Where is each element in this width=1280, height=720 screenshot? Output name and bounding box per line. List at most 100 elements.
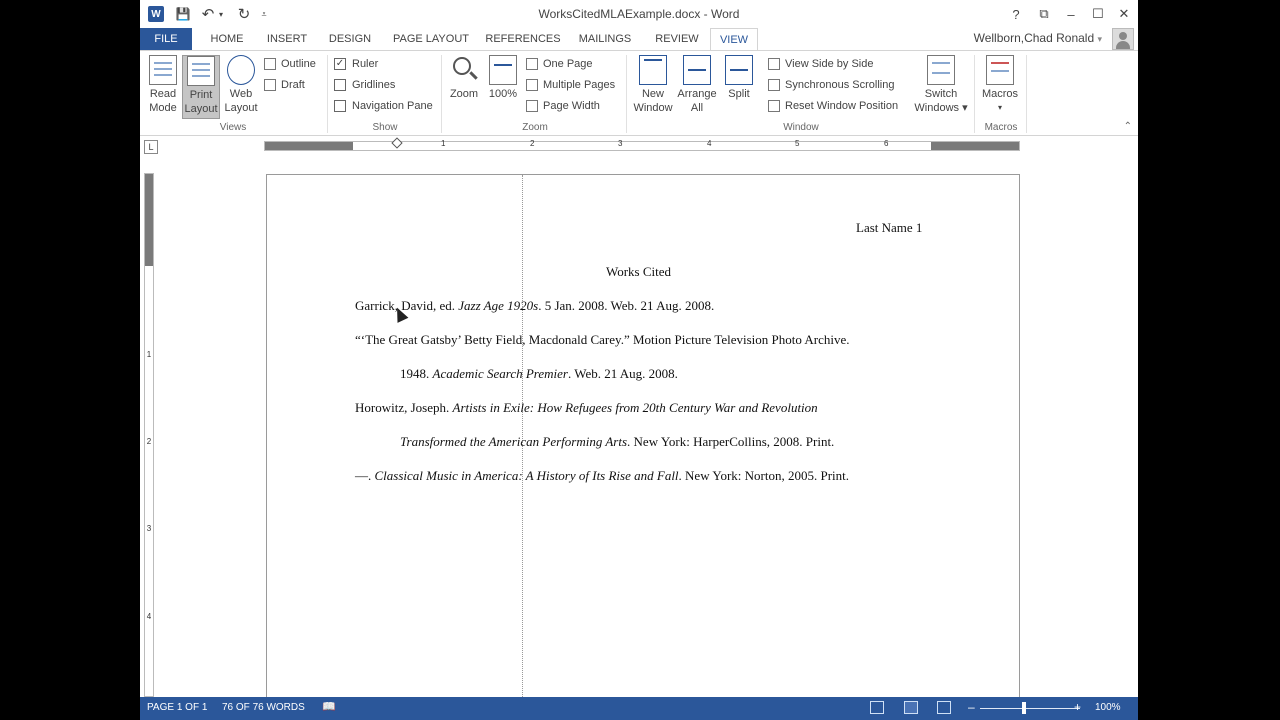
user-menu-arrow-icon: ▾ xyxy=(1097,34,1102,44)
tab-review[interactable]: REVIEW xyxy=(650,28,704,50)
ruler-check-icon: ✓ xyxy=(334,58,346,70)
ruler-right-margin xyxy=(931,142,1019,150)
document-area: 1 2 3 4 Last Name 1 Works Cited Garrick,… xyxy=(140,157,1138,720)
window-title: WorksCitedMLAExample.docx - Word xyxy=(538,7,740,21)
multiple-pages-icon xyxy=(526,79,538,91)
tab-selector[interactable]: L xyxy=(144,140,158,154)
new-window-button[interactable]: New Window xyxy=(632,55,674,119)
page-width-button[interactable]: Page Width xyxy=(526,97,600,115)
arrange-all-label-2: All xyxy=(690,102,704,114)
page-width-icon xyxy=(526,100,538,112)
views-separator xyxy=(327,55,328,133)
macros-label: Macros xyxy=(981,88,1019,100)
tab-insert[interactable]: INSERT xyxy=(262,28,312,50)
word-window: W 💾 ↶ ▾ ↻ ⩡ WorksCitedMLAExample.docx - … xyxy=(140,0,1138,720)
collapse-ribbon-icon[interactable]: ⌃ xyxy=(1124,121,1132,132)
print-layout-button[interactable]: Print Layout xyxy=(182,55,220,119)
arrange-all-button[interactable]: Arrange All xyxy=(676,55,718,119)
tab-design[interactable]: DESIGN xyxy=(324,28,376,50)
proofing-icon[interactable]: 📖 xyxy=(322,700,336,713)
zoom-slider[interactable] xyxy=(980,708,1080,709)
citation-line: “‘The Great Gatsby’ Betty Field, Macdona… xyxy=(355,332,850,347)
web-layout-button[interactable]: Web Layout xyxy=(222,55,260,119)
ruler-checkbox[interactable]: ✓ Ruler xyxy=(334,55,378,73)
vertical-ruler[interactable]: 1 2 3 4 xyxy=(144,173,154,697)
one-page-button[interactable]: One Page xyxy=(526,55,593,73)
page-count[interactable]: PAGE 1 OF 1 xyxy=(147,702,207,713)
avatar[interactable] xyxy=(1112,28,1134,50)
zoom-out-button[interactable]: – xyxy=(968,700,975,714)
tab-page-layout[interactable]: PAGE LAYOUT xyxy=(388,28,474,50)
read-mode-label-1: Read xyxy=(149,88,177,100)
split-button[interactable]: Split xyxy=(722,55,756,119)
zoom-button[interactable]: Zoom xyxy=(446,55,482,119)
view-side-by-side-button[interactable]: View Side by Side xyxy=(768,55,873,73)
web-layout-label-2: Layout xyxy=(224,102,258,114)
vruler-number: 3 xyxy=(146,524,152,533)
outline-icon xyxy=(264,58,276,70)
view-side-by-side-label: View Side by Side xyxy=(785,58,874,70)
window-group-label: Window xyxy=(783,122,819,133)
synchronous-scrolling-button[interactable]: Synchronous Scrolling xyxy=(768,76,894,94)
tab-file[interactable]: FILE xyxy=(140,28,192,50)
ribbon-tab-bar: FILE HOME INSERT DESIGN PAGE LAYOUT REFE… xyxy=(140,28,1138,51)
ruler-number: 5 xyxy=(795,139,800,148)
split-label: Split xyxy=(728,88,750,100)
arrange-all-label-1: Arrange xyxy=(677,88,717,100)
zoom-100-label: 100% xyxy=(488,88,518,100)
gridlines-check-icon xyxy=(334,79,346,91)
restore-button[interactable]: ☐ xyxy=(1086,4,1110,24)
one-page-icon xyxy=(526,58,538,70)
synchronous-scrolling-label: Synchronous Scrolling xyxy=(785,79,895,91)
outline-button[interactable]: Outline xyxy=(264,55,316,73)
macros-button[interactable]: Macros ▾ xyxy=(978,55,1022,119)
navigation-pane-checkbox[interactable]: Navigation Pane xyxy=(334,97,433,115)
zoom-in-button[interactable]: + xyxy=(1074,700,1081,714)
zoom-slider-thumb[interactable] xyxy=(1022,702,1026,714)
word-count[interactable]: 76 OF 76 WORDS xyxy=(222,702,305,713)
hanging-indent-marker[interactable] xyxy=(391,137,403,149)
zoom-100-button[interactable]: 100% xyxy=(486,55,520,119)
minimize-button[interactable]: – xyxy=(1059,4,1083,24)
reset-window-position-icon xyxy=(768,100,780,112)
user-account[interactable]: Wellborn,Chad Ronald ▾ xyxy=(974,31,1102,45)
macros-separator xyxy=(1026,55,1027,133)
tab-mailings[interactable]: MAILINGS xyxy=(572,28,638,50)
ribbon-display-options-button[interactable]: ⧉ xyxy=(1032,4,1056,24)
tab-references[interactable]: REFERENCES xyxy=(485,28,560,50)
arrange-all-icon xyxy=(683,55,711,85)
read-mode-label-2: Mode xyxy=(149,102,177,114)
read-mode-view-icon[interactable] xyxy=(870,701,884,714)
help-button[interactable]: ? xyxy=(1004,4,1028,24)
title-bar: W 💾 ↶ ▾ ↻ ⩡ WorksCitedMLAExample.docx - … xyxy=(140,0,1138,28)
ruler-number: 2 xyxy=(530,139,535,148)
close-button[interactable]: ✕ xyxy=(1112,4,1136,24)
vruler-number: 1 xyxy=(146,350,152,359)
multiple-pages-label: Multiple Pages xyxy=(543,79,616,91)
page-header: Last Name 1 xyxy=(856,220,923,235)
switch-windows-label-1: Switch xyxy=(924,88,958,100)
zoom-level[interactable]: 100% xyxy=(1095,702,1121,713)
tab-view[interactable]: VIEW xyxy=(710,28,758,51)
horizontal-ruler[interactable]: 1 2 3 4 5 6 xyxy=(264,137,1020,151)
gridlines-checkbox[interactable]: Gridlines xyxy=(334,76,395,94)
show-separator xyxy=(441,55,442,133)
vertical-ruler-margin xyxy=(145,174,153,266)
citation-line: Garrick, David, ed. Jazz Age 1920s. 5 Ja… xyxy=(355,298,715,313)
draft-label: Draft xyxy=(281,79,305,91)
new-window-label-1: New xyxy=(641,88,664,100)
read-mode-icon xyxy=(149,55,177,85)
document-page[interactable]: Last Name 1 Works Cited Garrick, David, … xyxy=(266,174,1020,720)
multiple-pages-button[interactable]: Multiple Pages xyxy=(526,76,615,94)
synchronous-scrolling-icon xyxy=(768,79,780,91)
web-layout-icon xyxy=(227,55,255,85)
print-layout-view-icon[interactable] xyxy=(904,701,918,714)
tab-home[interactable]: HOME xyxy=(204,28,250,50)
read-mode-button[interactable]: Read Mode xyxy=(146,55,180,119)
macros-icon xyxy=(986,55,1014,85)
switch-windows-button[interactable]: Switch Windows ▾ xyxy=(912,55,970,119)
draft-button[interactable]: Draft xyxy=(264,76,305,94)
reset-window-position-button[interactable]: Reset Window Position xyxy=(768,97,898,115)
web-layout-view-icon[interactable] xyxy=(937,701,951,714)
ruler-bar: L 1 2 3 4 5 6 xyxy=(140,137,1138,157)
